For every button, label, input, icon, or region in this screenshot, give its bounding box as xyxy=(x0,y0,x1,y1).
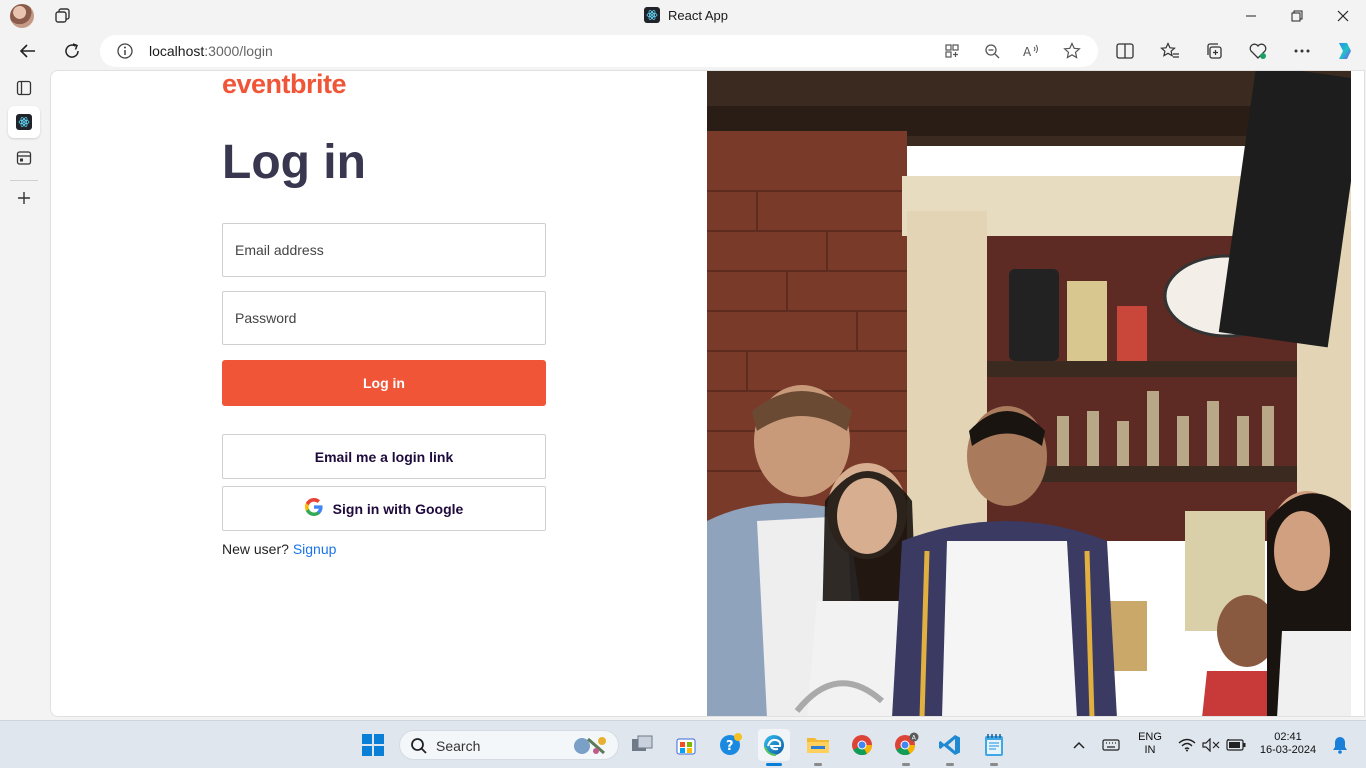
new-user-text: New user? xyxy=(222,541,289,557)
vertical-tab-sidebar xyxy=(0,70,48,720)
minimize-button[interactable] xyxy=(1228,0,1274,32)
eventbrite-logo[interactable]: eventbrite xyxy=(222,71,347,100)
chrome-profile-icon[interactable]: A xyxy=(890,729,922,766)
keyboard-icon[interactable] xyxy=(1098,729,1124,761)
notepad-icon[interactable] xyxy=(978,729,1010,766)
language-line2: IN xyxy=(1144,744,1156,756)
google-signin-button[interactable]: Sign in with Google xyxy=(222,486,546,531)
svg-text:?: ? xyxy=(726,739,734,754)
url-text[interactable]: localhost:3000/login xyxy=(149,43,273,59)
url-host: localhost xyxy=(149,43,205,59)
chrome-icon[interactable] xyxy=(846,729,878,761)
new-tab-plus-icon[interactable] xyxy=(8,182,40,214)
get-help-icon[interactable]: ? xyxy=(714,729,746,761)
google-g-icon xyxy=(304,498,323,519)
app-available-icon[interactable] xyxy=(943,42,961,60)
address-bar[interactable]: localhost:3000/login A xyxy=(100,35,1098,67)
hero-photo xyxy=(707,71,1351,716)
email-login-link-label: Email me a login link xyxy=(314,448,454,465)
taskbar-search[interactable]: Search xyxy=(399,730,619,760)
signup-link[interactable]: Signup xyxy=(293,541,337,557)
running-indicator xyxy=(902,763,910,766)
wifi-icon[interactable] xyxy=(1176,729,1198,761)
tab-other-icon[interactable] xyxy=(8,142,40,174)
search-icon xyxy=(410,737,428,760)
start-button[interactable] xyxy=(357,729,389,761)
profile-avatar[interactable] xyxy=(10,4,34,28)
running-indicator xyxy=(946,763,954,766)
restore-button[interactable] xyxy=(1274,0,1320,32)
language-line1: ENG xyxy=(1138,731,1162,743)
running-indicator xyxy=(990,763,998,766)
google-signin-label: Sign in with Google xyxy=(332,500,464,517)
favorites-icon[interactable] xyxy=(1160,41,1180,61)
settings-more-icon[interactable] xyxy=(1292,41,1312,61)
clock-date: 16-03-2024 xyxy=(1259,744,1317,756)
clock[interactable]: 02:41 16-03-2024 xyxy=(1256,731,1320,757)
favorite-star-icon[interactable] xyxy=(1063,42,1081,60)
vscode-icon[interactable] xyxy=(934,729,966,766)
back-button[interactable] xyxy=(14,37,42,65)
show-hidden-icons-chevron-icon[interactable] xyxy=(1066,729,1092,761)
email-field[interactable] xyxy=(222,223,546,277)
search-label: Search xyxy=(436,738,481,754)
windows-taskbar: Search ? A ENG IN 02:41 16-03-2024 xyxy=(0,720,1366,768)
close-button[interactable] xyxy=(1320,0,1366,32)
title-bar: React App xyxy=(0,0,1366,32)
login-button[interactable]: Log in xyxy=(222,360,546,406)
signup-prompt: New user? Signup xyxy=(222,541,336,557)
battery-icon[interactable] xyxy=(1224,729,1248,761)
file-explorer-icon[interactable] xyxy=(802,729,834,766)
react-favicon-icon xyxy=(644,7,660,23)
active-indicator xyxy=(766,763,782,766)
zoom-out-icon[interactable] xyxy=(983,42,1001,60)
svg-text:A: A xyxy=(1023,45,1032,59)
tab-panel-icon[interactable] xyxy=(8,72,40,104)
react-tab-icon xyxy=(16,114,32,130)
sidebar-divider xyxy=(10,180,38,181)
window-title-text: React App xyxy=(668,7,728,23)
search-highlight-icon xyxy=(568,733,614,764)
notification-bell-icon[interactable] xyxy=(1328,729,1352,761)
page-title: Log in xyxy=(222,136,366,189)
browser-toolbar: localhost:3000/login A xyxy=(0,32,1366,70)
read-aloud-icon[interactable]: A xyxy=(1023,42,1041,60)
url-path: :3000/login xyxy=(204,43,273,59)
window-title: React App xyxy=(644,7,728,23)
email-login-link-button[interactable]: Email me a login link xyxy=(222,434,546,479)
split-screen-icon[interactable] xyxy=(1115,41,1135,61)
running-indicator xyxy=(814,763,822,766)
browser-essentials-icon[interactable] xyxy=(1248,41,1268,61)
collections-icon[interactable] xyxy=(1204,41,1224,61)
task-view-icon[interactable] xyxy=(626,729,658,761)
password-field[interactable] xyxy=(222,291,546,345)
clock-time: 02:41 xyxy=(1274,731,1302,743)
microsoft-store-icon[interactable] xyxy=(670,729,702,761)
refresh-button[interactable] xyxy=(58,37,86,65)
edge-browser-icon[interactable] xyxy=(758,729,790,766)
volume-muted-icon[interactable] xyxy=(1200,729,1222,761)
tab-react-app[interactable] xyxy=(8,106,40,138)
site-info-icon[interactable] xyxy=(116,42,134,60)
language-indicator[interactable]: ENG IN xyxy=(1134,731,1166,757)
page-viewport: eventbrite Log in Log in Email me a logi… xyxy=(50,70,1365,717)
copilot-icon[interactable] xyxy=(1332,39,1356,63)
tab-actions-icon[interactable] xyxy=(54,7,72,25)
